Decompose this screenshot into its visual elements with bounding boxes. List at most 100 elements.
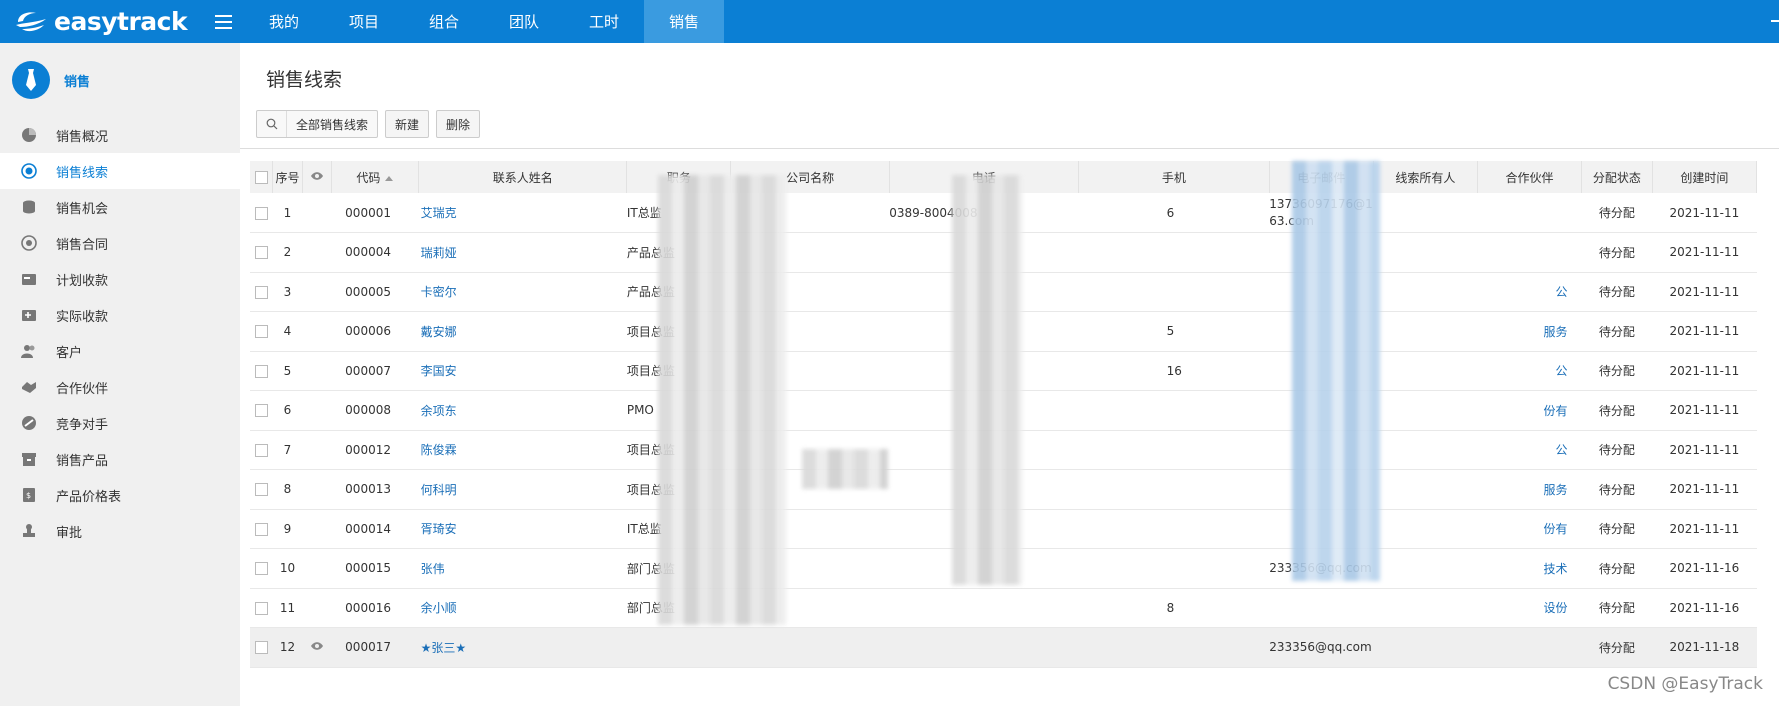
- table-row[interactable]: 11 000016 余小顺 部门总监 8 设份 待分配 2021-11-16: [250, 588, 1757, 628]
- redacted-company-column: [658, 175, 786, 625]
- new-button[interactable]: 新建: [385, 110, 430, 138]
- sidebar-item-sales-contracts[interactable]: 销售合同: [0, 225, 240, 261]
- row-checkbox[interactable]: [250, 351, 273, 391]
- cell-contact-link[interactable]: 胥琦安: [418, 509, 627, 549]
- cell-index: 11: [272, 588, 303, 628]
- nav-item-team[interactable]: 团队: [484, 0, 564, 43]
- column-header-created[interactable]: 创建时间: [1652, 161, 1758, 193]
- sidebar-item-label: 计划收款: [56, 273, 109, 289]
- product-box-icon: [20, 450, 38, 468]
- column-header-partner[interactable]: 合作伙伴: [1477, 161, 1583, 193]
- column-header-status[interactable]: 分配状态: [1581, 161, 1653, 193]
- cell-partner-link[interactable]: [1477, 193, 1582, 233]
- column-header-contact[interactable]: 联系人姓名: [418, 161, 628, 193]
- sidebar-item-label: 产品价格表: [56, 489, 122, 505]
- cell-status: 待分配: [1581, 232, 1653, 273]
- cell-contact-link[interactable]: 何科明: [418, 469, 627, 510]
- sidebar-item-partners[interactable]: 合作伙伴: [0, 369, 240, 405]
- row-checkbox[interactable]: [250, 272, 273, 312]
- column-header-code-label: 代码: [356, 170, 381, 185]
- cell-contact-link[interactable]: 李国安: [418, 351, 627, 391]
- app-logo[interactable]: easytrack: [0, 0, 206, 43]
- search-icon[interactable]: [257, 111, 287, 137]
- cell-partner-link[interactable]: 公: [1477, 351, 1582, 391]
- table-row[interactable]: 12 000017 ★张三★ 233356@qq.com 待分配 2021-11-18: [250, 627, 1757, 668]
- cell-partner-link[interactable]: 公: [1477, 430, 1582, 470]
- sidebar-item-sales-leads[interactable]: 销售线索: [0, 153, 240, 189]
- main-content: 销售线索 全部销售线索 新建 删除 序号 代码 联系人姓名 公司名称 手机 线索…: [240, 43, 1779, 706]
- viewed-eye-cell: [302, 311, 332, 352]
- cell-mobile: [1078, 272, 1270, 312]
- row-checkbox[interactable]: [250, 469, 273, 510]
- cell-contact-link[interactable]: 张伟: [418, 548, 627, 589]
- row-checkbox[interactable]: [250, 509, 273, 549]
- sidebar-item-approval[interactable]: 审批: [0, 513, 240, 549]
- sort-ascending-icon: [385, 175, 394, 181]
- sidebar-item-label: 销售概况: [56, 129, 109, 145]
- sidebar-item-actual-payments[interactable]: 实际收款: [0, 297, 240, 333]
- customers-icon: [20, 342, 38, 360]
- cell-contact-link[interactable]: 瑞莉娅: [418, 232, 627, 273]
- cell-partner-link[interactable]: 设份: [1477, 588, 1582, 628]
- cell-partner-link[interactable]: [1477, 232, 1582, 273]
- cell-owner: [1373, 509, 1478, 549]
- cell-partner-link[interactable]: 份有: [1477, 509, 1582, 549]
- viewed-eye-cell: [302, 509, 332, 549]
- row-checkbox[interactable]: [250, 548, 273, 589]
- eye-icon: [302, 161, 332, 193]
- sidebar-item-customers[interactable]: 客户: [0, 333, 240, 369]
- add-icon[interactable]: [1769, 12, 1779, 30]
- cell-owner: [1373, 430, 1478, 470]
- cell-partner-link[interactable]: 服务: [1477, 311, 1582, 352]
- sidebar-item-price-list[interactable]: $ 产品价格表: [0, 477, 240, 513]
- nav-item-mine[interactable]: 我的: [244, 0, 324, 43]
- cell-partner-link[interactable]: 份有: [1477, 390, 1582, 431]
- sidebar-item-sales-products[interactable]: 销售产品: [0, 441, 240, 477]
- redacted-mobile-column: [952, 175, 1022, 585]
- sidebar-item-sales-overview[interactable]: 销售概况: [0, 117, 240, 153]
- cell-contact-link[interactable]: 卡密尔: [418, 272, 627, 312]
- cell-partner-link[interactable]: 公: [1477, 272, 1582, 312]
- viewed-eye-cell: [302, 193, 332, 233]
- row-checkbox[interactable]: [250, 311, 273, 352]
- cell-contact-link[interactable]: 艾瑞克: [418, 193, 627, 233]
- menu-toggle-icon[interactable]: [206, 0, 240, 43]
- cell-contact-link[interactable]: 陈俊霖: [418, 430, 627, 470]
- cell-status: 待分配: [1581, 311, 1653, 352]
- sidebar-item-sales-opportunities[interactable]: 销售机会: [0, 189, 240, 225]
- column-header-mobile[interactable]: 手机: [1078, 161, 1270, 193]
- cell-partner-link[interactable]: 服务: [1477, 469, 1582, 510]
- delete-button[interactable]: 删除: [436, 110, 481, 138]
- cell-contact-link[interactable]: ★张三★: [418, 627, 627, 668]
- cell-contact-link[interactable]: 戴安娜: [418, 311, 627, 352]
- sidebar-item-competitors[interactable]: 竞争对手: [0, 405, 240, 441]
- row-checkbox[interactable]: [250, 390, 273, 431]
- cell-index: 10: [272, 548, 303, 589]
- cell-owner: [1373, 469, 1478, 510]
- nav-item-sales[interactable]: 销售: [644, 0, 724, 43]
- cell-contact-link[interactable]: 余项东: [418, 390, 627, 431]
- top-navbar: easytrack 我的 项目 组合 团队 工时 销售: [0, 0, 1779, 43]
- cell-contact-link[interactable]: 余小顺: [418, 588, 627, 628]
- row-checkbox[interactable]: [250, 232, 273, 273]
- select-all-checkbox[interactable]: [250, 161, 274, 193]
- nav-item-timesheet[interactable]: 工时: [564, 0, 644, 43]
- cell-status: 待分配: [1581, 430, 1653, 470]
- column-header-code[interactable]: 代码: [331, 161, 420, 193]
- nav-item-projects[interactable]: 项目: [324, 0, 404, 43]
- cell-index: 12: [272, 627, 303, 668]
- row-checkbox[interactable]: [250, 430, 273, 470]
- pie-chart-icon: [20, 126, 38, 144]
- cell-status: 待分配: [1581, 548, 1653, 589]
- column-header-owner[interactable]: 线索所有人: [1373, 161, 1478, 193]
- row-checkbox[interactable]: [250, 193, 273, 233]
- cell-owner: [1373, 272, 1478, 312]
- nav-item-portfolio[interactable]: 组合: [404, 0, 484, 43]
- cell-partner-link[interactable]: 技术: [1477, 548, 1582, 589]
- contract-icon: [20, 234, 38, 252]
- cell-partner-link[interactable]: [1477, 627, 1582, 668]
- row-checkbox[interactable]: [250, 588, 273, 628]
- sidebar-item-planned-payments[interactable]: 计划收款: [0, 261, 240, 297]
- row-checkbox[interactable]: [250, 627, 273, 668]
- lead-filter-dropdown[interactable]: 全部销售线索: [256, 110, 379, 138]
